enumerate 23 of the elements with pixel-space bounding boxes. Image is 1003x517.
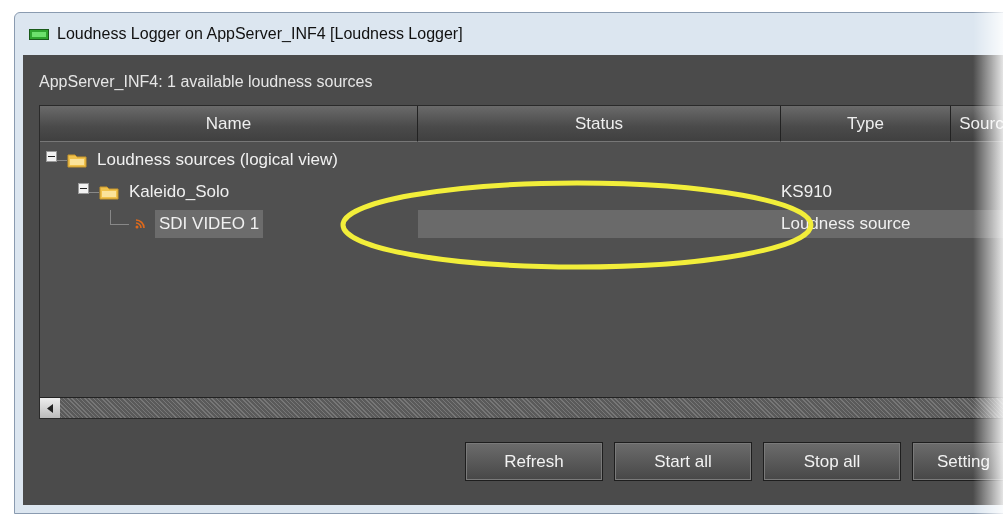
action-button[interactable]: Refresh xyxy=(465,442,603,481)
tree-item[interactable]: Loudness sources (logical view) xyxy=(93,146,342,174)
signal-icon xyxy=(135,219,145,229)
column-header[interactable]: Type xyxy=(781,106,951,142)
app-icon xyxy=(29,28,49,40)
folder-icon xyxy=(67,152,87,168)
collapse-toggle[interactable] xyxy=(46,150,57,162)
tree-connector xyxy=(110,209,129,225)
sources-summary: AppServer_INF4: 1 available loudness sources xyxy=(39,73,374,92)
type-cell-text: KS910 xyxy=(781,181,834,203)
column-header[interactable]: Name xyxy=(40,106,418,142)
scroll-left-button[interactable] xyxy=(40,398,60,418)
column-header[interactable]: Status xyxy=(418,106,781,142)
tree-item[interactable]: Kaleido_Solo xyxy=(125,178,234,206)
tree-item[interactable]: SDI VIDEO 1 xyxy=(155,210,264,238)
left-arrow-icon xyxy=(47,403,53,413)
folder-icon xyxy=(99,184,119,200)
selected-row-cell xyxy=(951,210,1003,238)
action-button[interactable]: Start all xyxy=(614,442,752,481)
action-button[interactable]: Setting xyxy=(912,442,1003,481)
collapse-toggle[interactable] xyxy=(78,182,89,194)
action-button[interactable]: Stop all xyxy=(763,442,901,481)
window-title: Loudness Logger on AppServer_INF4 [Loudness Logger] xyxy=(57,25,463,43)
